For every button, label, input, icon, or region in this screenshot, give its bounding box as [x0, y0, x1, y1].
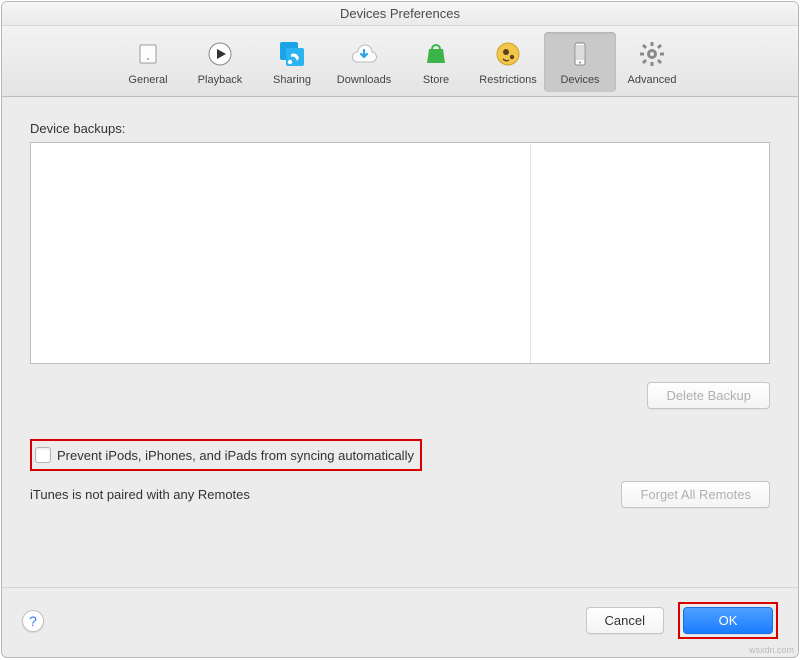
store-icon: [418, 36, 454, 72]
window-title: Devices Preferences: [2, 2, 798, 26]
tab-general[interactable]: General: [112, 32, 184, 92]
tab-label: Store: [423, 74, 449, 86]
tab-advanced[interactable]: Advanced: [616, 32, 688, 92]
preferences-toolbar: General Playback Sharing Downloads Store: [2, 26, 798, 97]
tab-sharing[interactable]: Sharing: [256, 32, 328, 92]
ok-button[interactable]: OK: [683, 607, 773, 634]
forget-all-remotes-button[interactable]: Forget All Remotes: [621, 481, 770, 508]
tab-restrictions[interactable]: Restrictions: [472, 32, 544, 92]
preferences-window: Devices Preferences General Playback Sha…: [1, 1, 799, 658]
advanced-icon: [634, 36, 670, 72]
content-area: Device backups: Delete Backup Prevent iP…: [2, 97, 798, 587]
device-backups-list[interactable]: [30, 142, 770, 364]
tab-devices[interactable]: Devices: [544, 32, 616, 92]
tab-label: Restrictions: [479, 74, 536, 86]
tab-label: Sharing: [273, 74, 311, 86]
sharing-icon: [274, 36, 310, 72]
help-button[interactable]: ?: [22, 610, 44, 632]
tab-store[interactable]: Store: [400, 32, 472, 92]
watermark: wsxdn.com: [749, 645, 794, 655]
tab-playback[interactable]: Playback: [184, 32, 256, 92]
dialog-footer: ? Cancel OK: [2, 587, 798, 657]
delete-backup-button[interactable]: Delete Backup: [647, 382, 770, 409]
devices-icon: [562, 36, 598, 72]
playback-icon: [202, 36, 238, 72]
prevent-sync-label: Prevent iPods, iPhones, and iPads from s…: [57, 448, 414, 463]
tab-label: Downloads: [337, 74, 391, 86]
tab-label: General: [128, 74, 167, 86]
general-icon: [130, 36, 166, 72]
tab-label: Advanced: [628, 74, 677, 86]
backup-list-left[interactable]: [31, 143, 531, 363]
tab-label: Playback: [198, 74, 243, 86]
tab-label: Devices: [560, 74, 599, 86]
tab-downloads[interactable]: Downloads: [328, 32, 400, 92]
restrictions-icon: [490, 36, 526, 72]
backup-list-right[interactable]: [531, 143, 769, 363]
device-backups-label: Device backups:: [30, 121, 770, 136]
prevent-sync-checkbox[interactable]: [35, 447, 51, 463]
ok-highlight: OK: [678, 602, 778, 639]
prevent-sync-row[interactable]: Prevent iPods, iPhones, and iPads from s…: [30, 439, 422, 471]
cancel-button[interactable]: Cancel: [586, 607, 664, 634]
remotes-status-text: iTunes is not paired with any Remotes: [30, 487, 621, 502]
downloads-icon: [346, 36, 382, 72]
